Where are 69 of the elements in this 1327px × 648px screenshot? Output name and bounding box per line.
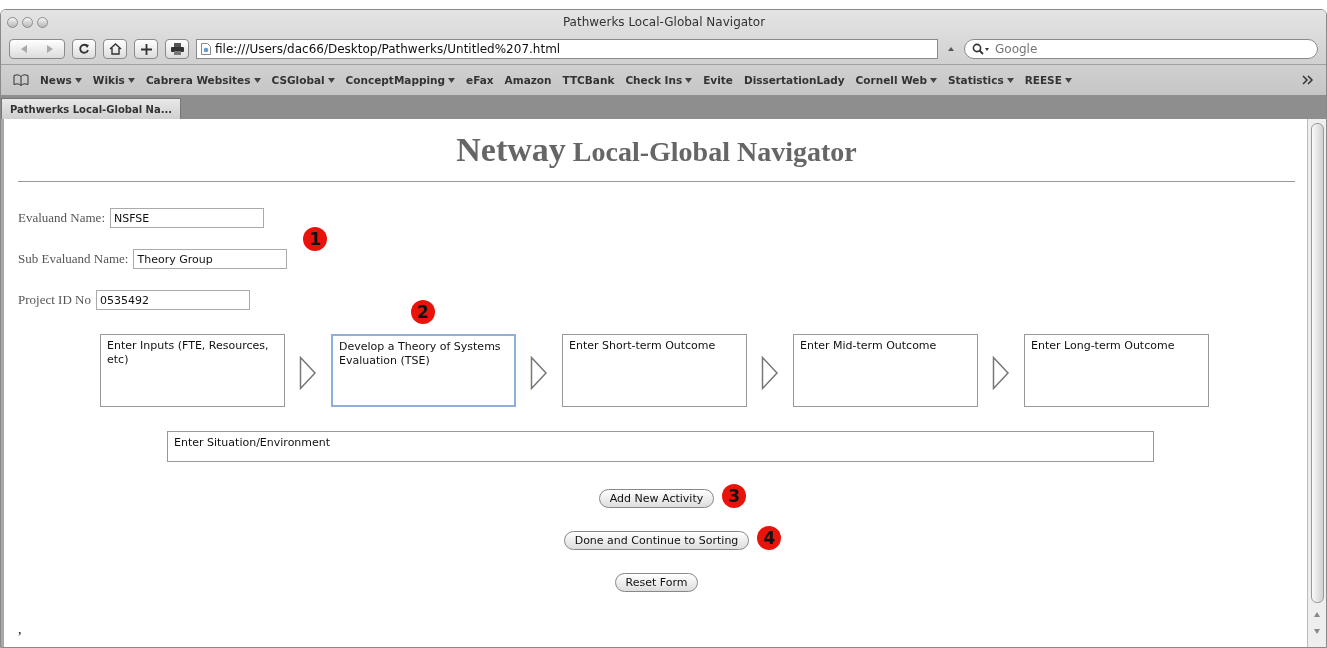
caret-icon[interactable]: [327, 77, 335, 83]
printer-icon: [169, 43, 185, 55]
arrow-icon: [761, 355, 779, 390]
step-textarea[interactable]: Enter Short-term Outcome: [562, 334, 747, 407]
text-field[interactable]: Theory Group: [133, 249, 288, 269]
search-field[interactable]: Google: [964, 39, 1318, 59]
page-icon: [201, 43, 211, 55]
page-heading: Netway Local-Global Navigator: [455, 131, 858, 169]
caret-icon[interactable]: [253, 77, 261, 83]
bookmark-item[interactable]: Check Ins: [625, 74, 683, 86]
number-badge: 3: [722, 484, 747, 508]
window-control[interactable]: [37, 16, 48, 28]
caret-icon[interactable]: [930, 77, 937, 83]
back-forward-button[interactable]: [9, 39, 65, 59]
bookmark-item[interactable]: REESE: [1024, 74, 1062, 86]
bookmark-item[interactable]: Wikis: [92, 74, 125, 86]
arrow-icon: [299, 355, 317, 390]
caret-icon[interactable]: [685, 77, 693, 83]
address-field[interactable]: file:///Users/dac66/Desktop/Pathwerks/Untitled%207.html: [196, 39, 938, 59]
bookmark-item[interactable]: Statistics: [948, 74, 1004, 86]
bookmark-item[interactable]: Cornell Web: [855, 74, 927, 86]
arrow-icon: [992, 355, 1010, 390]
more-icon[interactable]: [1302, 75, 1314, 85]
caret-icon[interactable]: [1064, 77, 1072, 83]
print-button[interactable]: [165, 39, 189, 59]
bookmark-item[interactable]: eFax: [466, 74, 494, 86]
caret-icon[interactable]: [448, 77, 456, 83]
text-field[interactable]: 0535492: [95, 290, 250, 310]
bookmark-item[interactable]: TTCBank: [562, 74, 615, 86]
number-badge: 4: [757, 526, 782, 550]
bookmark-item[interactable]: DissertationLady: [743, 74, 845, 86]
step-textarea[interactable]: Enter Long-term Outcome: [1024, 334, 1209, 407]
situation-textarea[interactable]: Enter Situation/Environment: [167, 431, 1154, 462]
bookmark-item[interactable]: ConceptMapping: [345, 74, 446, 86]
bookmarks-icon[interactable]: [13, 74, 29, 86]
bookmark-item[interactable]: CSGlobal: [271, 74, 325, 86]
text-field[interactable]: NSFSE: [110, 208, 264, 228]
scrollbar[interactable]: [1307, 119, 1326, 647]
field-label: Sub Evaluand Name:: [18, 251, 129, 267]
search-icon[interactable]: [972, 43, 990, 55]
field-label: Project ID No: [18, 292, 91, 308]
reload-icon: [78, 43, 90, 55]
bookmark-item[interactable]: Amazon: [504, 74, 552, 86]
window-title: Pathwerks Local-Global Navigator: [561, 15, 767, 29]
form-button[interactable]: Done and Continue to Sorting: [563, 531, 750, 550]
plus-icon: [140, 43, 152, 55]
home-icon: [108, 43, 122, 55]
form-button[interactable]: Add New Activity: [598, 489, 715, 508]
page-text: ,: [18, 622, 23, 638]
add-bookmark-button[interactable]: [134, 39, 158, 59]
step-textarea[interactable]: Enter Mid-term Outcome: [793, 334, 978, 407]
caret-icon[interactable]: [127, 77, 135, 83]
reload-button[interactable]: [72, 39, 96, 59]
step-textarea[interactable]: Develop a Theory of Systems Evaluation (TSE): [331, 334, 516, 407]
window-control[interactable]: [22, 16, 33, 28]
step-textarea[interactable]: Enter Inputs (FTE, Resources, etc): [100, 334, 285, 407]
bookmark-item[interactable]: Evite: [703, 74, 733, 86]
window-control[interactable]: [7, 16, 18, 28]
number-badge: 1: [303, 227, 328, 251]
bookmark-item[interactable]: Cabrera Websites: [145, 74, 251, 86]
bookmark-item[interactable]: News: [40, 74, 72, 86]
caret-icon[interactable]: [74, 77, 82, 83]
field-label: Evaluand Name:: [18, 210, 105, 226]
arrow-icon: [530, 355, 548, 390]
number-badge: 2: [411, 300, 435, 324]
home-button[interactable]: [103, 39, 127, 59]
browser-tab[interactable]: Pathwerks Local-Global Na...: [1, 98, 182, 119]
caret-icon[interactable]: [1006, 77, 1014, 83]
form-button[interactable]: Reset Form: [614, 573, 699, 592]
